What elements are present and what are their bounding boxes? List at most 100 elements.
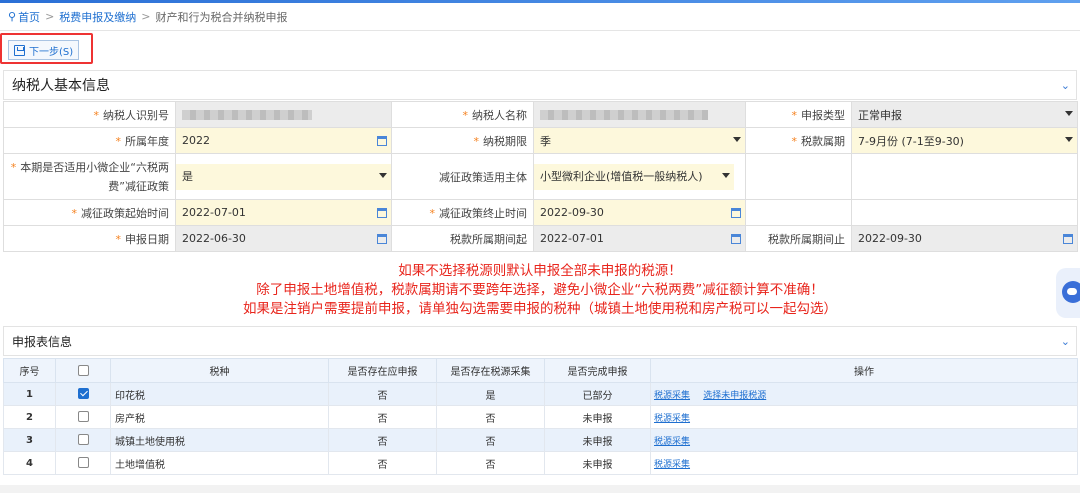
taxpayer-name-field (533, 101, 746, 128)
table-row[interactable]: 4 土地增值税 否 否 未申报 税源采集 (3, 451, 1078, 475)
calendar-icon[interactable] (377, 208, 387, 218)
row-checkbox[interactable] (77, 457, 89, 469)
dropdown-arrow-icon (379, 172, 387, 178)
should-declare: 否 (328, 382, 437, 406)
decl-date-field: 2022-06-30 (175, 225, 392, 252)
warning-line-3: 如果是注销户需要提前申报，请单独勾选需要申报的税种（城镇土地使用税和房产税可以一… (243, 301, 837, 317)
col-header: 序号 (3, 358, 56, 383)
source-collect-link[interactable]: 税源采集 (654, 460, 690, 470)
select-all-header (55, 358, 111, 383)
col-header: 税种 (110, 358, 329, 383)
tax-period-label: * 税款属期 (745, 127, 852, 154)
select-all-checkbox[interactable] (77, 364, 89, 376)
next-step-button[interactable]: 下一步(S) (8, 40, 80, 60)
period-start-field: 2022-07-01 (533, 225, 746, 252)
calendar-icon (731, 234, 741, 244)
row-number: 3 (3, 428, 56, 452)
row-actions: 税源采集 (650, 451, 1078, 475)
year-label: * 所属年度 (3, 127, 176, 154)
small-micro-label: * 本期是否适用小微企业“六税两费”减征政策 (3, 153, 176, 200)
breadcrumb: ⚲ 首页 > 税费申报及缴纳 > 财产和行为税合并纳税申报 (0, 3, 1080, 31)
row-select-cell (55, 428, 111, 452)
empty-cell (851, 153, 1078, 200)
redacted-value (540, 110, 708, 120)
empty-cell (851, 199, 1078, 226)
table-row[interactable]: 2 房产税 否 否 未申报 税源采集 (3, 405, 1078, 429)
decl-date-label: * 申报日期 (3, 225, 176, 252)
col-header: 是否存在应申报 (328, 358, 437, 383)
period-end-label: 税款所属期间止 (745, 225, 852, 252)
row-checkbox[interactable] (77, 388, 89, 400)
calendar-icon (377, 234, 387, 244)
location-pin-icon: ⚲ (8, 10, 17, 23)
row-number: 1 (3, 382, 56, 406)
calendar-icon[interactable] (377, 136, 387, 146)
row-checkbox[interactable] (77, 434, 89, 446)
should-declare: 否 (328, 405, 437, 429)
reduce-end-field[interactable]: 2022-09-30 (533, 199, 746, 226)
table-row[interactable]: 1 印花税 否 是 已部分 税源采集 选择未申报税源 (3, 382, 1078, 406)
row-select-cell (55, 405, 111, 429)
source-collected: 是 (436, 382, 545, 406)
decl-type-select[interactable]: 正常申报 (851, 101, 1078, 128)
row-select-cell (55, 451, 111, 475)
next-step-label: 下一步(S) (29, 46, 74, 58)
chevron-down-icon[interactable]: ⌄ (1061, 79, 1070, 92)
empty-cell (745, 199, 852, 226)
period-label: * 纳税期限 (391, 127, 534, 154)
calendar-icon[interactable] (731, 208, 741, 218)
year-field[interactable]: 2022 (175, 127, 392, 154)
taxpayer-name-label: * 纳税人名称 (391, 101, 534, 128)
row-checkbox[interactable] (77, 411, 89, 423)
small-micro-select[interactable]: 是 (175, 153, 392, 200)
taxpayer-info-title: 纳税人基本信息 (12, 78, 110, 94)
report-table: 序号 税种 是否存在应申报 是否存在税源采集 是否完成申报 操作 1 印花税 否… (3, 358, 1078, 475)
warning-message: 如果不选择税源则默认申报全部未申报的税源！ 除了申报土地增值税，税款属期请不要跨… (0, 262, 1080, 319)
select-undeclared-source-link[interactable]: 选择未申报税源 (703, 391, 766, 401)
reduce-start-field[interactable]: 2022-07-01 (175, 199, 392, 226)
dropdown-arrow-icon (1065, 111, 1073, 116)
toolbar-highlight: 下一步(S) (0, 33, 93, 64)
source-collect-link[interactable]: 税源采集 (654, 414, 690, 424)
subject-select[interactable]: 小型微利企业(增值税一般纳税人) (533, 153, 746, 200)
col-header: 操作 (650, 358, 1078, 383)
breadcrumb-current: 财产和行为税合并纳税申报 (155, 10, 288, 24)
taxpayer-info-header[interactable]: 纳税人基本信息 ⌄ (3, 70, 1077, 100)
row-actions: 税源采集 (650, 428, 1078, 452)
breadcrumb-tax-declaration[interactable]: 税费申报及缴纳 (59, 9, 136, 25)
table-row[interactable]: 3 城镇土地使用税 否 否 未申报 税源采集 (3, 428, 1078, 452)
tax-name: 房产税 (110, 405, 329, 429)
period-select[interactable]: 季 (533, 127, 746, 154)
source-collect-link[interactable]: 税源采集 (654, 437, 690, 447)
horizontal-scrollbar[interactable] (0, 485, 1080, 493)
report-info-header[interactable]: 申报表信息 ⌄ (3, 326, 1077, 356)
tax-name: 城镇土地使用税 (110, 428, 329, 452)
row-actions: 税源采集 (650, 405, 1078, 429)
tax-name: 印花税 (110, 382, 329, 406)
chat-bot-icon (1062, 281, 1080, 303)
col-header: 是否完成申报 (544, 358, 651, 383)
report-info-title: 申报表信息 (12, 334, 73, 349)
breadcrumb-separator: > (141, 10, 151, 23)
declare-status: 未申报 (544, 405, 651, 429)
reduce-end-label: * 减征政策终止时间 (391, 199, 534, 226)
warning-line-2: 除了申报土地增值税，税款属期请不要跨年选择，避免小微企业“六税两费”减征额计算不… (256, 282, 824, 298)
row-number: 2 (3, 405, 56, 429)
chevron-down-icon[interactable]: ⌄ (1061, 335, 1070, 348)
source-collected: 否 (436, 405, 545, 429)
source-collect-link[interactable]: 税源采集 (654, 391, 690, 401)
chat-assistant-button[interactable] (1056, 268, 1080, 318)
source-collected: 否 (436, 428, 545, 452)
breadcrumb-home[interactable]: 首页 (18, 9, 40, 25)
tax-name: 土地增值税 (110, 451, 329, 475)
tax-period-select[interactable]: 7-9月份 (7-1至9-30) (851, 127, 1078, 154)
declare-status: 未申报 (544, 451, 651, 475)
breadcrumb-separator: > (45, 10, 55, 23)
period-end-field: 2022-09-30 (851, 225, 1078, 252)
taxpayer-id-field (175, 101, 392, 128)
col-header: 是否存在税源采集 (436, 358, 545, 383)
dropdown-arrow-icon (733, 137, 741, 142)
row-number: 4 (3, 451, 56, 475)
calendar-icon (1063, 234, 1073, 244)
dropdown-arrow-icon (1065, 137, 1073, 142)
